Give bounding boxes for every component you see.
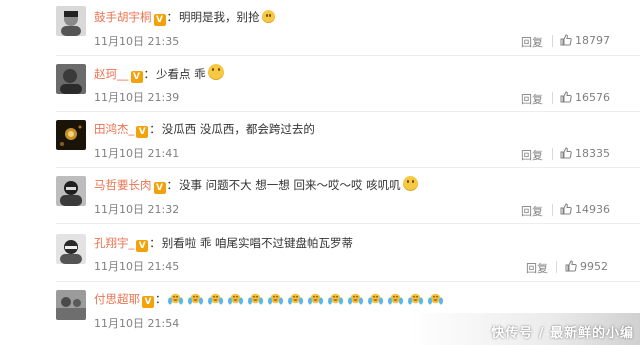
like-count: 18335 <box>575 147 610 160</box>
like-count: 14936 <box>575 203 610 216</box>
comment-line: 马哲要长肉 V ：没事 问题不大 想一想 回来～哎～哎 咳叽叽 <box>94 176 418 194</box>
avatar[interactable] <box>56 290 86 320</box>
laughing-tears-emoji-icon <box>367 293 383 305</box>
comment-line: 付思超耶 V： <box>94 290 448 308</box>
laughing-tears-emoji-icon <box>427 293 443 305</box>
comment-text: 没事 问题不大 想一想 回来～哎～哎 咳叽叽 <box>179 178 401 192</box>
watermark-text: 快传号 / 最新鲜的小编 <box>491 326 634 341</box>
laughing-tears-emoji-icon <box>407 293 423 305</box>
like-button[interactable]: 18797 <box>560 34 610 47</box>
divider <box>552 148 553 160</box>
reply-button[interactable]: 回复 <box>521 91 543 107</box>
comment-row: 田鸿杰_ V ：没瓜西 没瓜西，都会跨过去的 11月10日 21:41 回复 183… <box>0 112 640 168</box>
thumbs-emoji-icon <box>402 176 418 191</box>
avatar[interactable] <box>56 234 86 264</box>
like-count: 18797 <box>575 34 610 47</box>
username-link[interactable]: 孔翔宇_ <box>94 236 134 250</box>
laughing-tears-emoji-icon <box>167 293 183 305</box>
comment-time: 11月10日 21:35 <box>94 35 180 48</box>
like-button[interactable]: 9952 <box>565 260 608 273</box>
divider <box>556 261 557 273</box>
laughing-tears-emoji-icon <box>287 293 303 305</box>
thumbs-up-icon <box>560 147 572 159</box>
smile-emoji-icon <box>261 10 275 23</box>
comment-line: 鼓手胡宇桐 V ：明明是我，别抢 <box>94 8 275 26</box>
reply-button[interactable]: 回复 <box>521 203 543 219</box>
verified-badge-icon: V <box>136 126 149 138</box>
verified-badge-icon: V <box>142 296 154 308</box>
divider <box>552 204 553 216</box>
username-link[interactable]: 付思超耶 <box>94 292 140 306</box>
comment-text: 明明是我，别抢 <box>179 10 260 24</box>
smile-emoji-icon <box>207 64 224 80</box>
avatar[interactable] <box>56 64 86 94</box>
avatar[interactable] <box>56 120 86 150</box>
thumbs-up-icon <box>560 203 572 215</box>
like-button[interactable]: 18335 <box>560 147 610 160</box>
laughing-tears-emoji-icon <box>227 293 243 305</box>
laughing-tears-emoji-icon <box>247 293 263 305</box>
comment-text: 别看啦 乖 咱尾实唱不过键盘帕瓦罗蒂 <box>161 236 354 250</box>
comment-time: 11月10日 21:32 <box>94 203 180 216</box>
laughing-tears-emoji-icon <box>267 293 283 305</box>
comment-row: 孔翔宇_ V ：别看啦 乖 咱尾实唱不过键盘帕瓦罗蒂 11月10日 21:45 回复… <box>0 224 640 282</box>
verified-badge-icon: V <box>153 182 166 194</box>
divider <box>552 35 553 47</box>
comment-time: 11月10日 21:45 <box>94 260 180 273</box>
username-link[interactable]: 马哲要长肉 <box>94 178 152 192</box>
username-link[interactable]: 鼓手胡宇桐 <box>94 10 152 24</box>
username-link[interactable]: 赵珂__ <box>94 67 129 81</box>
comment-row: 鼓手胡宇桐 V ：明明是我，别抢 11月10日 21:35 回复 18797 <box>0 0 640 56</box>
verified-badge-icon: V <box>136 240 149 252</box>
comment-row: 赵珂__ V ：少看点 乖 11月10日 21:39 回复 16576 <box>0 56 640 112</box>
laughing-tears-emoji-icon <box>387 293 403 305</box>
comment-text: 没瓜西 没瓜西，都会跨过去的 <box>161 122 315 136</box>
like-count: 9952 <box>580 260 608 273</box>
laughing-tears-emoji-icon <box>327 293 343 305</box>
thumbs-up-icon <box>560 91 572 103</box>
comment-line: 孔翔宇_ V ：别看啦 乖 咱尾实唱不过键盘帕瓦罗蒂 <box>94 236 354 252</box>
comment-time: 11月10日 21:41 <box>94 147 180 160</box>
reply-button[interactable]: 回复 <box>521 34 543 50</box>
comment-row: 付思超耶 V： 11月10日 21:54 快传号 / 最新鲜的小编 <box>0 282 640 345</box>
comment-text: 少看点 乖 <box>156 67 206 81</box>
username-link[interactable]: 田鸿杰_ <box>94 122 134 136</box>
like-count: 16576 <box>575 91 610 104</box>
laughing-tears-emoji-icon <box>307 293 323 305</box>
laughing-tears-emoji-icon <box>207 293 223 305</box>
verified-badge-icon: V <box>130 71 143 83</box>
divider <box>552 92 553 104</box>
avatar[interactable] <box>56 6 86 36</box>
comment-line: 田鸿杰_ V ：没瓜西 没瓜西，都会跨过去的 <box>94 122 315 138</box>
laughing-tears-emoji-icon <box>347 293 363 305</box>
avatar[interactable] <box>56 176 86 206</box>
reply-button[interactable]: 回复 <box>526 260 548 276</box>
verified-badge-icon: V <box>153 14 166 26</box>
like-button[interactable]: 14936 <box>560 203 610 216</box>
comment-time: 11月10日 21:39 <box>94 91 180 104</box>
laughing-tears-emoji-icon <box>187 293 203 305</box>
like-button[interactable]: 16576 <box>560 91 610 104</box>
comment-time: 11月10日 21:54 <box>94 317 180 330</box>
comment-line: 赵珂__ V ：少看点 乖 <box>94 64 224 83</box>
comment-row: 马哲要长肉 V ：没事 问题不大 想一想 回来～哎～哎 咳叽叽 11月10日 21:… <box>0 168 640 224</box>
thumbs-up-icon <box>565 260 577 272</box>
emoji-row <box>167 292 448 306</box>
thumbs-up-icon <box>560 34 572 46</box>
reply-button[interactable]: 回复 <box>521 147 543 163</box>
